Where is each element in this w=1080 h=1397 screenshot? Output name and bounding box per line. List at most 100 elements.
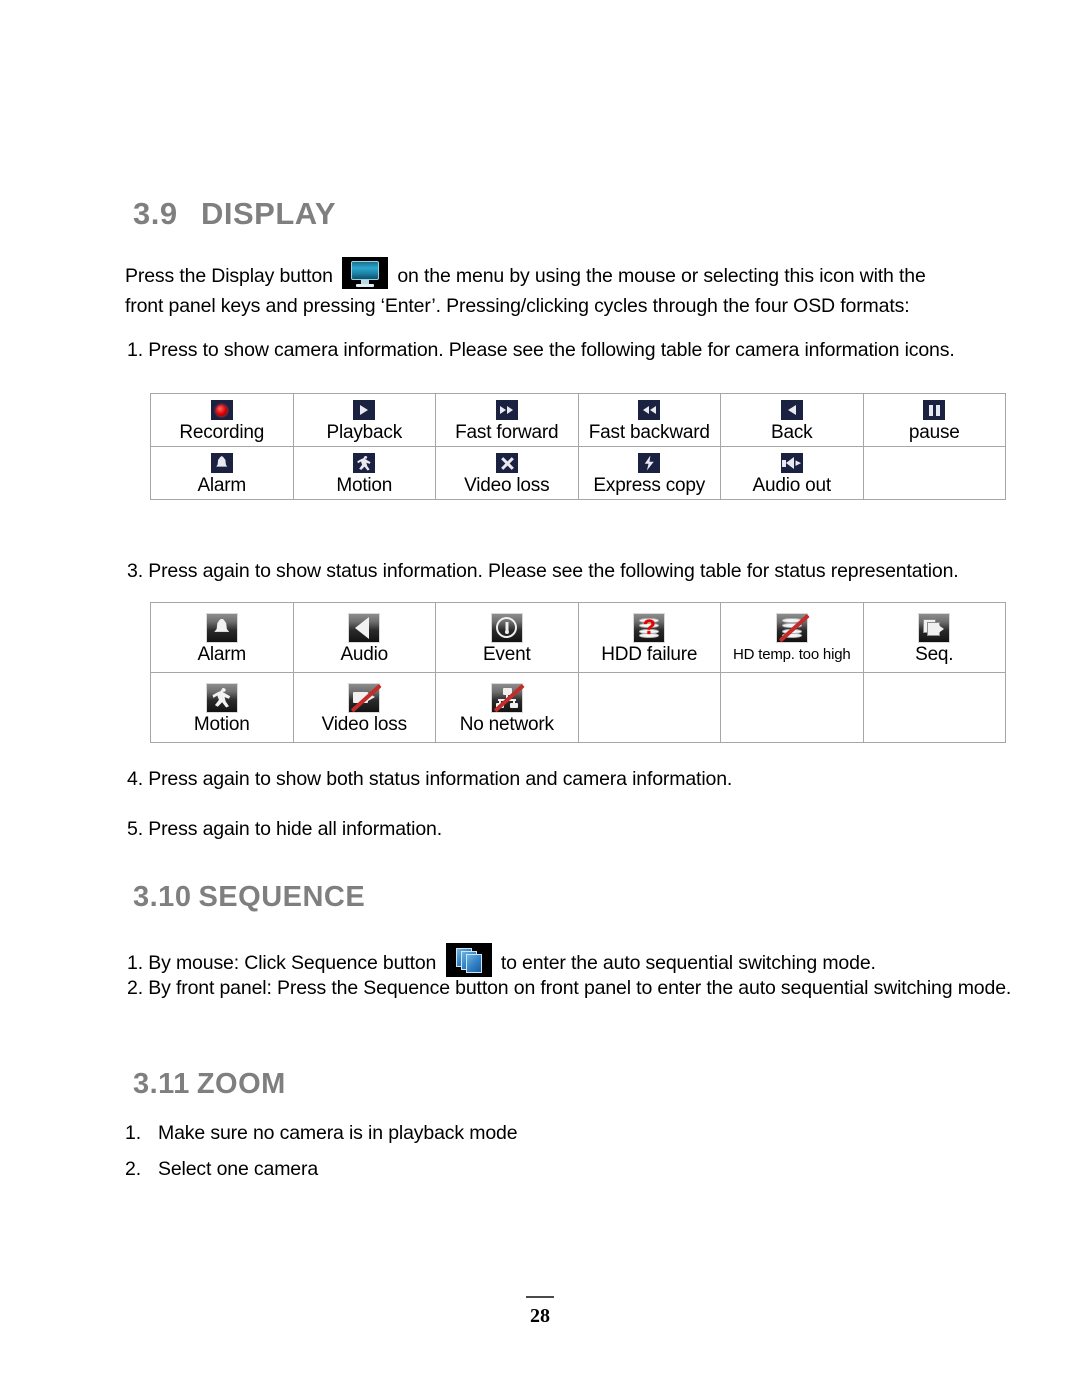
- sequence-item-1-before: 1. By mouse: Click Sequence button: [127, 952, 437, 975]
- list-item-number: 1.: [125, 1122, 141, 1144]
- table-cell-alarm: Alarm: [150, 446, 294, 500]
- cell-label: Audio out: [752, 475, 832, 496]
- cell-label: Fast forward: [455, 422, 559, 443]
- display-step-4: 4. Press again to show both status infor…: [127, 768, 733, 790]
- network-slashed-icon: [490, 682, 525, 713]
- cell-label: Motion: [193, 713, 250, 735]
- table-row: Motion Video loss No network: [150, 672, 1006, 743]
- display-step-5: 5. Press again to hide all information.: [127, 818, 442, 840]
- table-cell-motion-status: Motion: [150, 672, 294, 743]
- cell-label: Video loss: [321, 713, 408, 735]
- pause-icon: [923, 400, 946, 420]
- table-cell-audio-out: ▸ Audio out: [720, 446, 864, 500]
- sequence-item-1-after: to enter the auto sequential switching m…: [500, 952, 876, 975]
- heading-sequence-title: SEQUENCE: [198, 881, 366, 913]
- list-item: 2. Select one camera: [125, 1151, 985, 1187]
- camera-information-table: Recording Playback Fast forward Fast bac…: [150, 393, 1006, 500]
- table-cell-fast-forward: Fast forward: [435, 393, 579, 447]
- table-cell-back: Back: [720, 393, 864, 447]
- table-cell-fast-backward: Fast backward: [577, 393, 721, 447]
- running-person-status-icon: [205, 682, 238, 713]
- table-cell-hdd-failure: ? HDD failure: [577, 602, 721, 673]
- back-icon: [780, 400, 803, 420]
- camcorder-slashed-icon: [348, 682, 382, 713]
- cell-label: Alarm: [197, 475, 247, 496]
- table-cell-alarm-status: Alarm: [150, 602, 294, 673]
- bell-icon: [210, 453, 233, 473]
- list-item-label: Make sure no camera is in playback mode: [158, 1122, 518, 1144]
- x-cross-icon: [495, 453, 518, 473]
- heading-zoom-title: ZOOM: [196, 1068, 286, 1100]
- cell-label: Express copy: [593, 475, 706, 496]
- list-item-number: 2.: [125, 1158, 141, 1180]
- cell-label: HD temp. too high: [733, 645, 851, 663]
- table-cell-playback: Playback: [292, 393, 436, 447]
- lightning-bolt-icon: [638, 453, 661, 473]
- table-cell-video-loss-status: Video loss: [292, 672, 436, 743]
- status-information-table: Alarm Audio Event ? HDD failure HD temp.…: [150, 602, 1006, 743]
- heading-display-number: 3.9: [133, 196, 178, 231]
- heading-sequence: 3.10 SEQUENCE: [133, 881, 365, 914]
- page-number: 28: [530, 1305, 550, 1327]
- cell-label: Audio: [340, 643, 389, 665]
- stacked-cards-shape: [455, 948, 484, 973]
- sequence-item-2: 2. By front panel: Press the Sequence bu…: [127, 977, 1012, 999]
- table-row: Alarm Audio Event ? HDD failure HD temp.…: [150, 602, 1006, 673]
- table-cell-express-copy: Express copy: [577, 446, 721, 500]
- monitor-screen-shape: [351, 261, 380, 280]
- exclamation-circle-icon: [490, 612, 523, 643]
- cell-label: Seq.: [915, 643, 954, 665]
- cell-label: Fast backward: [588, 422, 710, 443]
- table-cell-motion: Motion: [292, 446, 436, 500]
- sequence-button-icon: [445, 943, 492, 977]
- cell-label: Back: [771, 422, 813, 443]
- table-cell-event-status: Event: [435, 602, 579, 673]
- list-item: 1. Make sure no camera is in playback mod…: [125, 1115, 985, 1151]
- document-page: 3.9 DISPLAY Press the Display button on t…: [0, 0, 1080, 1397]
- speaker-status-icon: [348, 612, 381, 643]
- table-cell-pause: pause: [862, 393, 1006, 447]
- display-button-icon: [342, 257, 389, 289]
- display-step-3: 3. Press again to show status informatio…: [127, 560, 959, 582]
- table-row: Alarm Motion Video loss Express copy ▸ A…: [150, 446, 1006, 500]
- display-intro-before: Press the Display button: [125, 265, 333, 288]
- table-cell-empty: [862, 672, 1006, 743]
- play-icon: [353, 400, 376, 420]
- table-row: Recording Playback Fast forward Fast bac…: [150, 393, 1006, 447]
- cell-label: Video loss: [464, 475, 550, 496]
- table-cell-video-loss: Video loss: [435, 446, 579, 500]
- cell-label: Motion: [336, 475, 393, 496]
- cell-label: HDD failure: [601, 643, 698, 665]
- table-cell-empty: [862, 446, 1006, 500]
- sequence-status-icon: [918, 612, 951, 643]
- table-cell-hd-temp: HD temp. too high: [720, 602, 864, 673]
- heading-display-title: DISPLAY: [201, 196, 337, 231]
- fast-forward-icon: [495, 400, 518, 420]
- heading-zoom: 3.11 ZOOM: [133, 1068, 286, 1101]
- table-cell-empty: [577, 672, 721, 743]
- table-cell-seq: Seq.: [862, 602, 1006, 673]
- footer-rule: [526, 1296, 554, 1298]
- cell-label: Alarm: [197, 643, 247, 665]
- display-intro-paragraph: Press the Display button on the menu by …: [125, 257, 955, 319]
- page-footer: 28: [0, 1296, 1080, 1328]
- running-person-icon: [353, 453, 376, 473]
- fast-backward-icon: [638, 400, 661, 420]
- speaker-icon: ▸: [780, 453, 803, 473]
- table-cell-audio-status: Audio: [292, 602, 436, 673]
- zoom-steps-list: 1. Make sure no camera is in playback mod…: [125, 1115, 985, 1187]
- table-cell-empty: [720, 672, 864, 743]
- record-dot-icon: [210, 400, 233, 420]
- heading-display: 3.9 DISPLAY: [133, 196, 336, 232]
- list-item-label: Select one camera: [158, 1158, 319, 1180]
- cell-label: Recording: [179, 422, 265, 443]
- cell-label: Event: [482, 643, 531, 665]
- hdd-slashed-icon: [775, 612, 810, 643]
- heading-zoom-number: 3.11: [133, 1068, 190, 1100]
- monitor-base-shape: [356, 284, 375, 287]
- cell-label: No network: [459, 713, 554, 735]
- cell-label: pause: [908, 422, 960, 443]
- table-cell-recording: Recording: [150, 393, 294, 447]
- cell-label: Playback: [326, 422, 403, 443]
- display-step-1: 1. Press to show camera information. Ple…: [127, 339, 955, 361]
